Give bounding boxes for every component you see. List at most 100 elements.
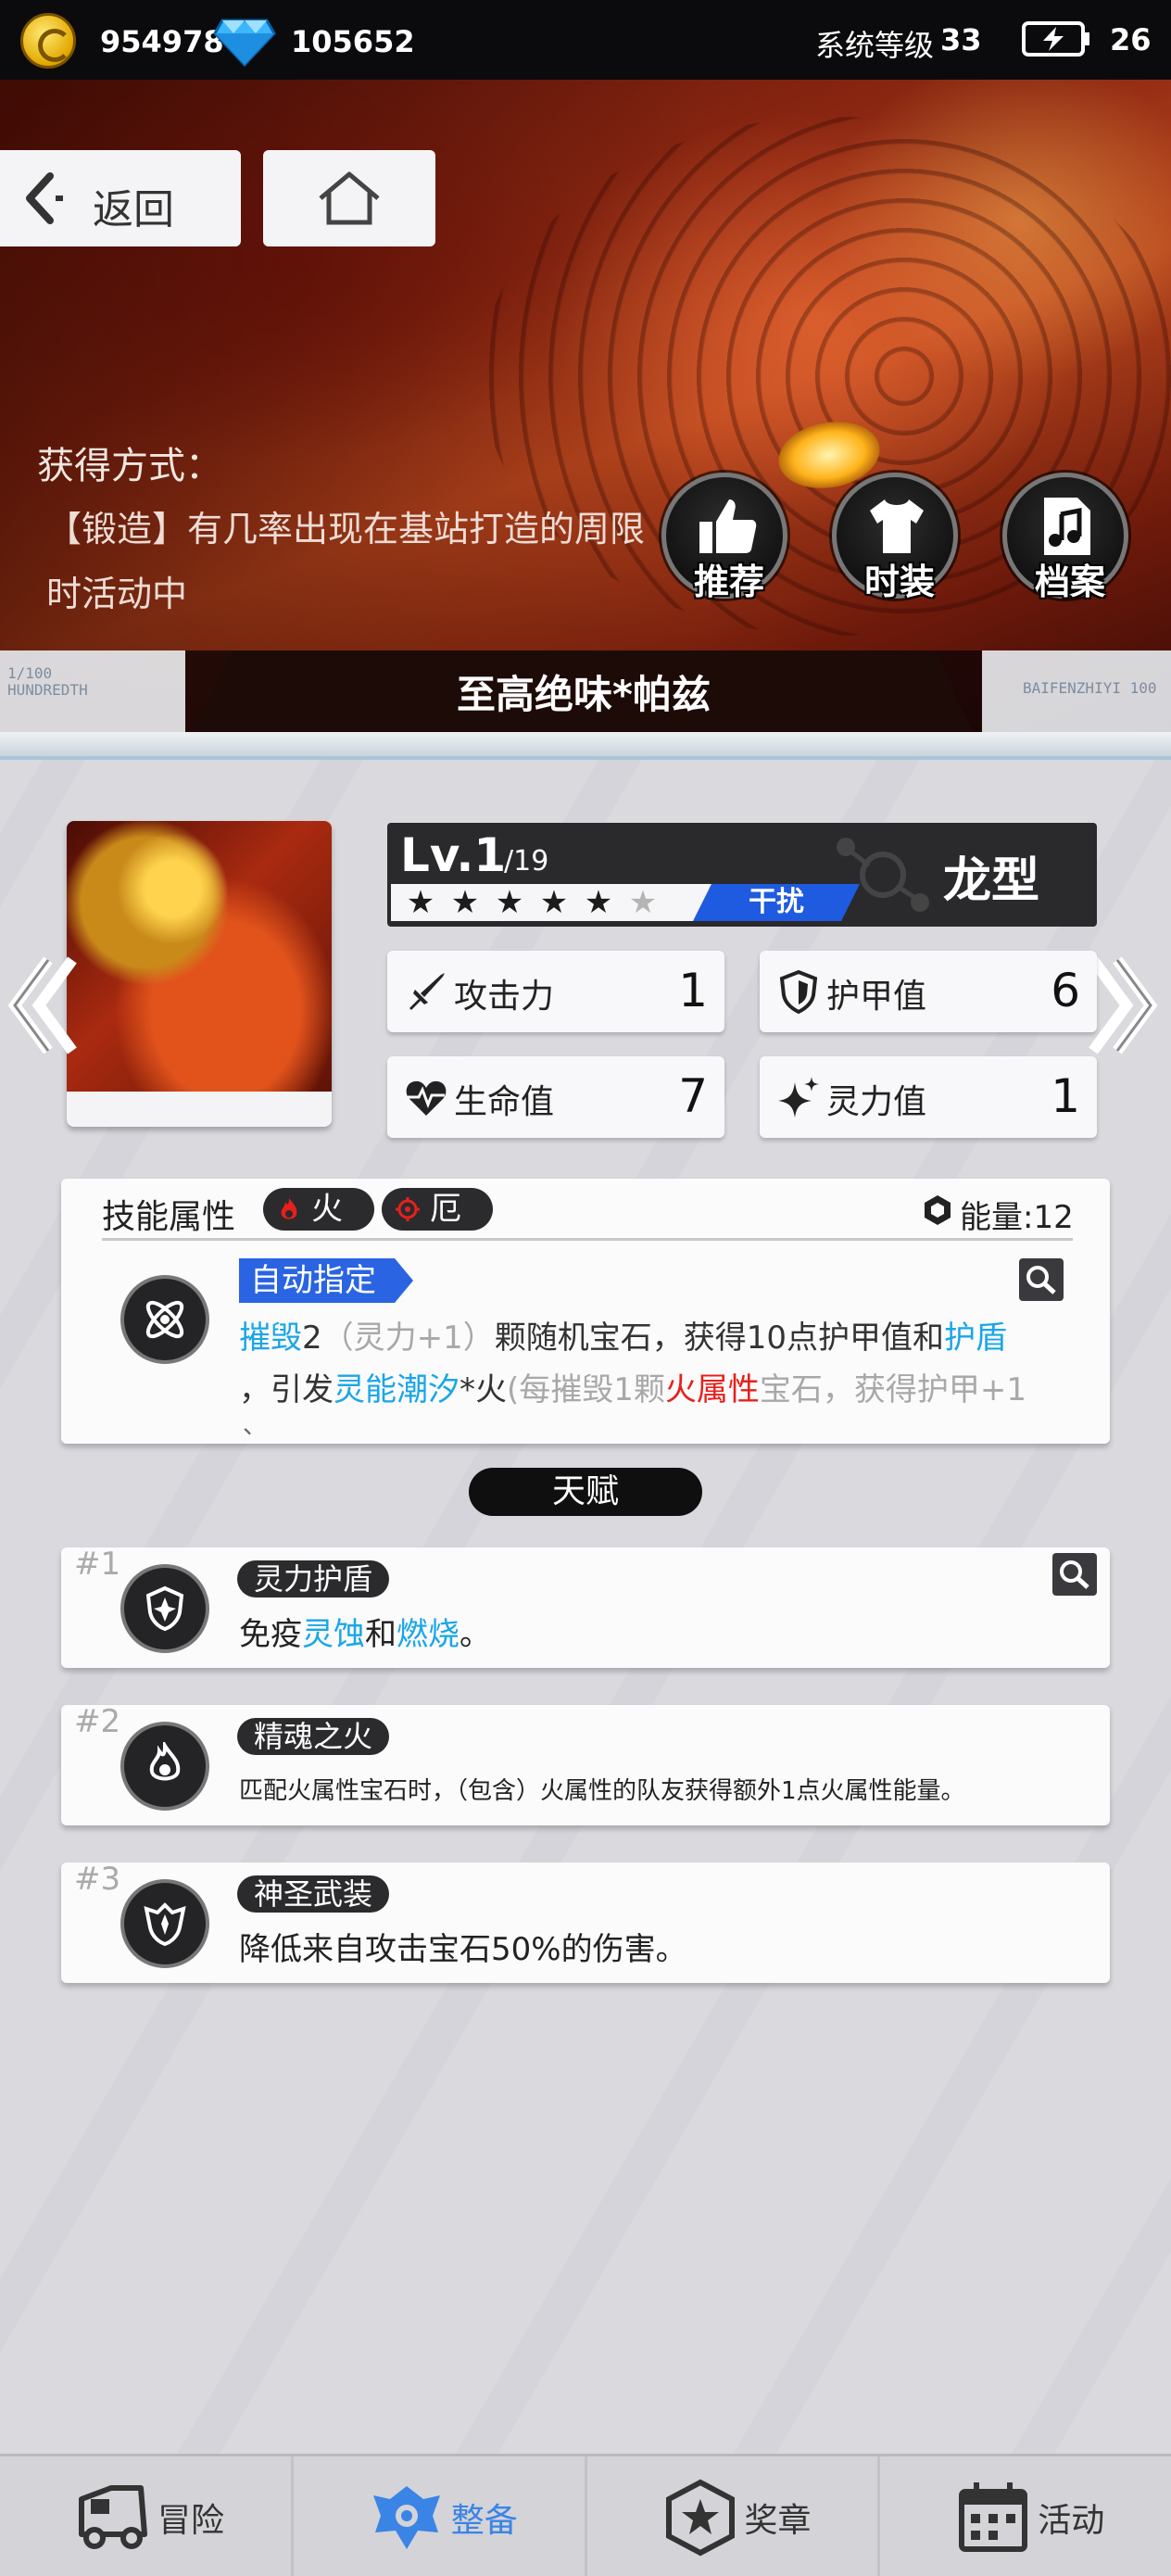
talent-card: #1 灵力护盾 免疫灵蚀和燃烧。 — [61, 1546, 1110, 1668]
gold-amount: 954978 — [100, 24, 224, 59]
shield-spark-icon — [145, 1585, 184, 1632]
stat-attack: 攻击力 1 — [387, 951, 724, 1032]
fashion-button[interactable]: 时装 — [832, 473, 958, 602]
spirit-flame-icon — [149, 1742, 181, 1781]
element-label: 厄 — [430, 1191, 461, 1228]
talent-name: 精魂之火 — [237, 1718, 390, 1755]
talent-card: #2 精魂之火 匹配火属性宝石时，（包含）火属性的队友获得额外1点火属性能量。 — [61, 1703, 1110, 1825]
character-portrait-card[interactable] — [67, 821, 332, 1127]
nav-events[interactable]: 活动 — [880, 2456, 1171, 2576]
diamond-icon — [213, 19, 276, 67]
star-filled-icon: ★ — [584, 884, 613, 921]
stat-value: 1 — [1051, 1069, 1080, 1123]
skill-description-line: 摧毁2（灵力+1）颗随机宝石，获得10点护甲值和护盾 — [239, 1320, 1008, 1357]
role-tag: 干扰 — [693, 884, 860, 921]
music-file-icon — [1044, 498, 1090, 555]
element-label: 火 — [311, 1191, 343, 1228]
skill-zoom-button[interactable] — [1019, 1258, 1064, 1301]
curse-icon — [396, 1197, 420, 1221]
talent-description: 免疫灵蚀和燃烧。 — [239, 1616, 491, 1653]
recommend-label: 推荐 — [693, 562, 764, 602]
skill-energy: 能量:12 — [960, 1199, 1074, 1236]
sparkle-icon — [778, 1077, 819, 1118]
shield-icon — [779, 969, 818, 1014]
stat-label: 护甲值 — [826, 978, 927, 1016]
system-level-label: 系统等级 — [815, 28, 935, 63]
bottom-navigation: 冒险 整备 奖章 活动 — [0, 2454, 1171, 2576]
stat-label: 生命值 — [454, 1083, 555, 1121]
recommend-button[interactable]: 推荐 — [661, 473, 787, 602]
energy-battery-icon — [1022, 21, 1089, 57]
holy-armor-icon — [144, 1902, 186, 1947]
energy-value: 26 — [1110, 22, 1152, 57]
back-button[interactable]: 返回 — [0, 150, 241, 246]
star-empty-icon: ★ — [628, 884, 658, 921]
talent-icon — [120, 1879, 209, 1968]
stat-value: 6 — [1051, 964, 1080, 1017]
keyword-psionic-erosion[interactable]: 灵蚀 — [302, 1616, 365, 1653]
gear-armor-icon — [372, 2486, 440, 2549]
obtain-title: 获得方式： — [37, 445, 222, 487]
character-name: 至高绝味*帕兹 — [457, 672, 711, 717]
star-filled-icon: ★ — [450, 884, 480, 921]
star-filled-icon: ★ — [406, 884, 435, 921]
skill-attribute-label: 技能属性 — [102, 1198, 236, 1236]
nav-label: 冒险 — [157, 2502, 225, 2540]
stat-armor: 护甲值 6 — [760, 951, 1097, 1032]
level-max: /19 — [504, 845, 549, 878]
keyword-shield[interactable]: 护盾 — [944, 1320, 1007, 1357]
nav-medal[interactable]: 奖章 — [587, 2456, 881, 2576]
talent-name: 灵力护盾 — [237, 1560, 390, 1597]
keyword-burn[interactable]: 燃烧 — [397, 1616, 460, 1653]
previous-character-arrow-icon[interactable] — [6, 954, 80, 1056]
talent-description: 降低来自攻击宝石50%的伤害。 — [239, 1931, 687, 1968]
home-button[interactable] — [263, 150, 435, 246]
stat-value: 1 — [678, 964, 708, 1017]
hero-banner: 返回 获得方式： 【锻造】有几率出现在基站打造的周限时活动中 推荐 时装 档案 — [0, 80, 1171, 732]
diamond-amount: 105652 — [291, 24, 415, 59]
talent-zoom-button[interactable] — [1052, 1553, 1097, 1596]
status-bar: 954978 105652 系统等级 33 26 — [0, 0, 1171, 80]
next-character-arrow-icon[interactable] — [1086, 954, 1160, 1056]
thumbs-up-icon — [699, 499, 757, 553]
magnifier-icon — [1026, 1266, 1056, 1294]
skill-icon — [120, 1275, 209, 1364]
home-icon — [319, 171, 380, 225]
fashion-label: 时装 — [863, 562, 935, 602]
fire-icon — [281, 1198, 297, 1219]
talent-number: #3 — [74, 1861, 121, 1898]
nav-label: 整备 — [450, 2502, 518, 2540]
skill-description-line: ，引发灵能潮汐*火(每摧毁1颗火属性宝石，获得护甲+1 — [239, 1371, 1027, 1408]
star-rating: ★ ★ ★ ★ ★ ★ — [391, 884, 724, 921]
stat-health: 生命值 7 — [387, 1056, 724, 1138]
talent-card: #3 神圣武装 降低来自攻击宝石50%的伤害。 — [61, 1861, 1110, 1983]
obtain-description: 【锻造】有几率出现在基站打造的周限时活动中 — [46, 509, 646, 614]
keyword-psionic-tide[interactable]: 灵能潮汐 — [334, 1371, 460, 1408]
talent-description: 匹配火属性宝石时，（包含）火属性的队友获得额外1点火属性能量。 — [239, 1777, 965, 1805]
plate-decoration: BAIFENZHIYI 100 — [1023, 679, 1157, 697]
skill-description-line: 、 — [243, 1412, 268, 1440]
medal-star-icon — [665, 2479, 735, 2557]
level-panel: Lv.1 /19 ★ ★ ★ ★ ★ ★ 干扰 龙型 — [387, 823, 1097, 927]
talent-number: #2 — [74, 1703, 121, 1740]
magnifier-icon — [1060, 1560, 1089, 1589]
system-level-value: 33 — [940, 22, 982, 57]
talent-icon — [120, 1722, 209, 1811]
heart-pulse-icon — [406, 1080, 447, 1116]
nav-adventure[interactable]: 冒险 — [0, 2456, 294, 2576]
stat-label: 攻击力 — [454, 978, 555, 1016]
targeting-tag: 自动指定 — [239, 1258, 413, 1303]
keyword-destroy[interactable]: 摧毁 — [239, 1320, 302, 1357]
nav-equip[interactable]: 整备 — [294, 2456, 587, 2576]
calendar-icon — [959, 2482, 1028, 2552]
level-label: Lv.1 — [400, 828, 507, 882]
stat-label: 灵力值 — [826, 1083, 927, 1121]
coin-icon — [20, 13, 76, 69]
star-filled-icon: ★ — [539, 884, 569, 921]
element-tag-curse: 厄 — [382, 1188, 493, 1231]
star-filled-icon: ★ — [495, 884, 524, 921]
back-chevron-icon — [26, 172, 63, 224]
atom-orbit-icon — [145, 1300, 184, 1339]
energy-hexagon-icon — [925, 1195, 951, 1225]
archive-button[interactable]: 档案 — [1002, 473, 1128, 602]
